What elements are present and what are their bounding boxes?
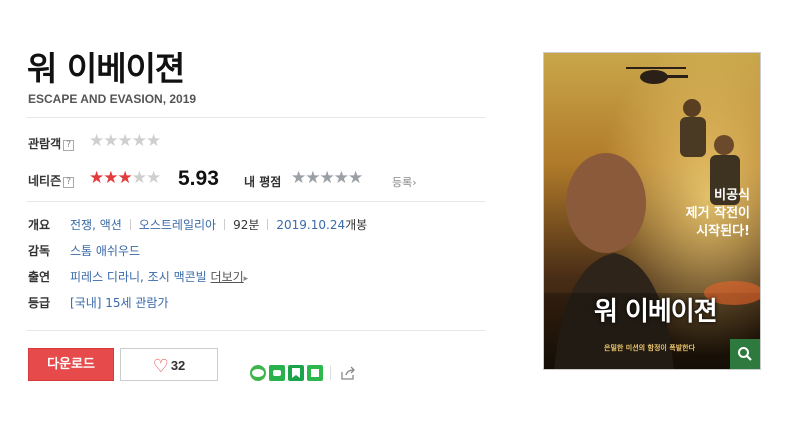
runtime: 92분: [233, 218, 260, 232]
genre-link[interactable]: 전쟁, 액션: [70, 218, 122, 232]
cast-label: 출연: [28, 270, 51, 284]
share-icon[interactable]: [340, 365, 356, 381]
poster-bottom-text: 은밀한 미션의 함정이 폭발한다: [604, 344, 696, 352]
netizen-stars: ★★★★★: [89, 168, 161, 188]
overview-label: 개요: [28, 218, 51, 232]
like-button[interactable]: ♡ 32: [120, 348, 218, 381]
release-date-link[interactable]: 2019.10.24: [276, 218, 345, 232]
poster-title: 워 이베이젼: [594, 297, 718, 327]
band-icon[interactable]: [269, 365, 285, 381]
caret-right-icon: ▸: [243, 274, 249, 284]
poster-tagline: 비공식 제거 작전이 시작된다!: [685, 188, 750, 239]
movie-poster[interactable]: 비공식 제거 작전이 시작된다! 워 이베이젼 은밀한 미션의 함정이 폭발한다: [543, 52, 761, 370]
director-link[interactable]: 스톰 애쉬우드: [70, 242, 140, 259]
audience-rating-label: 관람객?: [28, 135, 75, 152]
movie-title: 워 이베이젼: [27, 49, 185, 88]
search-icon: [738, 347, 752, 361]
help-icon[interactable]: ?: [63, 177, 75, 188]
download-button[interactable]: 다운로드: [28, 348, 114, 381]
netizen-score: 5.93: [178, 167, 219, 190]
grade-label: 등급: [28, 296, 51, 310]
netizen-rating-label: 네티즌?: [28, 172, 75, 189]
like-count: 32: [170, 358, 186, 373]
divider: [27, 117, 485, 118]
zoom-button[interactable]: [730, 339, 760, 369]
line-icon[interactable]: [250, 365, 266, 381]
memo-icon[interactable]: [307, 365, 323, 381]
audience-stars: ★★★★★: [89, 131, 161, 151]
more-cast-link[interactable]: 더보기: [211, 270, 244, 284]
cast-value: 피레스 디라니, 조시 맥콘빌 더보기▸: [70, 268, 248, 285]
director-label: 감독: [28, 244, 51, 258]
overview-value: 전쟁, 액션 오스트레일리아 92분 2019.10.24개봉: [70, 216, 367, 233]
chevron-right-icon: ›: [412, 176, 417, 189]
divider: [27, 330, 485, 331]
register-rating-link[interactable]: 등록›: [392, 174, 417, 190]
share-bar: [250, 364, 356, 382]
country-link[interactable]: 오스트레일리아: [139, 218, 216, 232]
cast-links[interactable]: 피레스 디라니, 조시 맥콘빌: [70, 270, 207, 284]
grade-link[interactable]: [국내] 15세 관람가: [70, 294, 169, 311]
share-divider: [330, 366, 331, 380]
my-rating-stars[interactable]: ★★★★★: [291, 170, 363, 187]
my-rating-label: 내 평점: [244, 175, 282, 189]
bookmark-icon[interactable]: [288, 365, 304, 381]
heart-icon: ♡: [152, 356, 169, 377]
help-icon[interactable]: ?: [63, 140, 75, 151]
movie-subtitle: ESCAPE AND EVASION, 2019: [28, 92, 197, 106]
release-suffix: 개봉: [345, 218, 368, 232]
divider: [27, 201, 485, 202]
